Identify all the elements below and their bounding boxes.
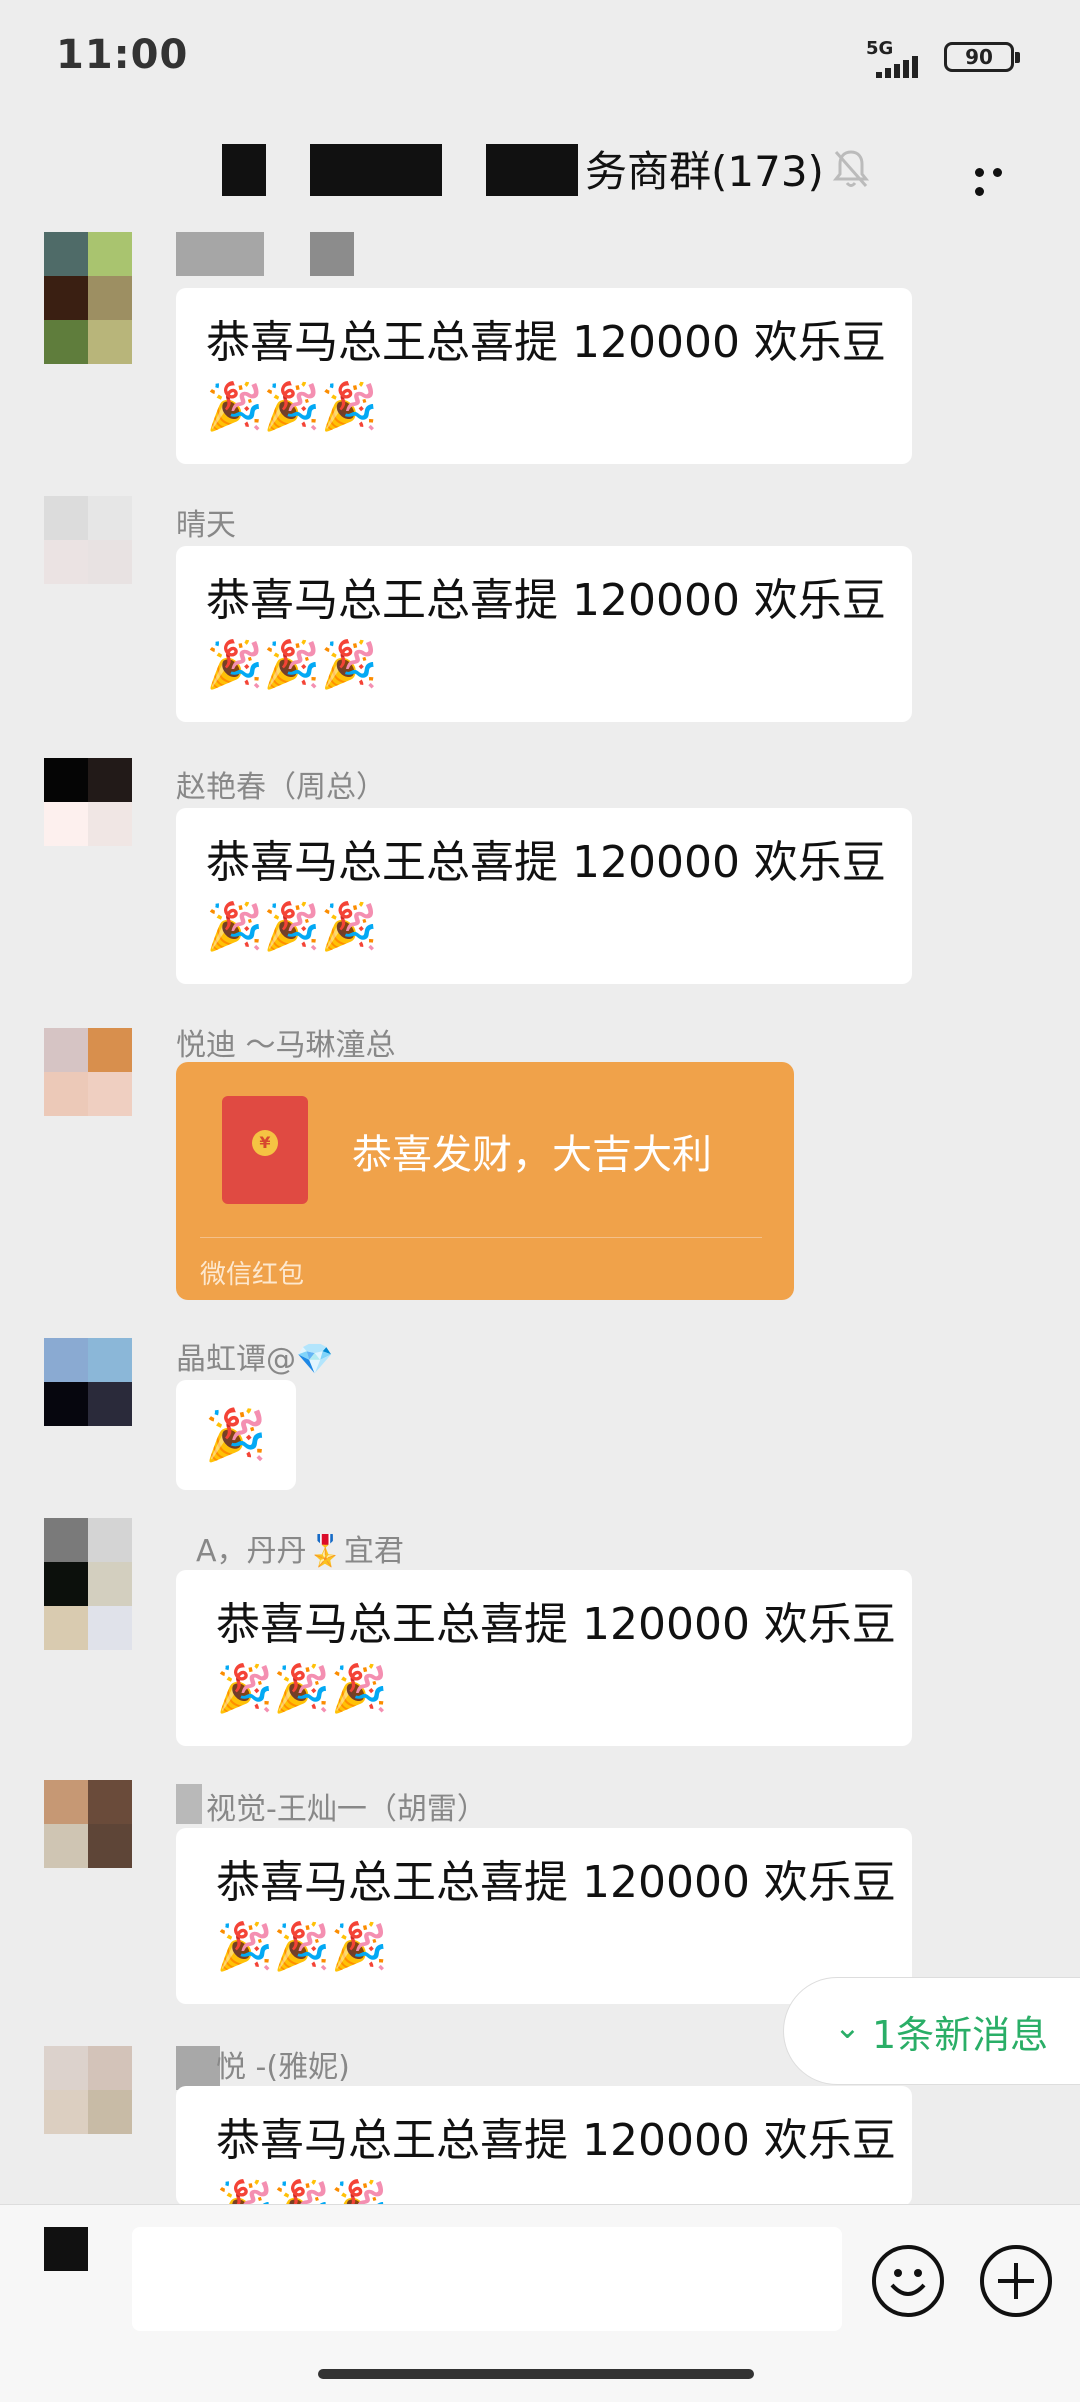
avatar[interactable] [44, 758, 132, 846]
avatar[interactable] [44, 232, 132, 364]
coin-icon: ¥ [252, 1130, 278, 1156]
message-bubble[interactable]: 恭喜马总王总喜提 120000 欢乐豆 🎉🎉🎉 [176, 288, 912, 464]
sender-name: 晶虹谭@💎 [176, 1342, 334, 1377]
chat-title[interactable]: 务商群(173) [585, 138, 824, 199]
redacted-block [222, 144, 266, 196]
party-popper-icon: 🎉🎉🎉 [206, 379, 378, 433]
message-text: 恭喜马总王总喜提 120000 欢乐豆 [206, 317, 886, 368]
smiley-icon [890, 2269, 926, 2296]
sender-name: 悦迪 ～马琳潼总 [176, 1028, 396, 1063]
home-indicator[interactable] [318, 2369, 754, 2379]
message-text: 恭喜马总王总喜提 120000 欢乐豆 [216, 1599, 896, 1650]
avatar[interactable] [44, 496, 132, 584]
message-input[interactable] [132, 2227, 842, 2331]
plus-button[interactable] [980, 2245, 1052, 2317]
message-text: 恭喜马总王总喜提 120000 欢乐豆 [206, 575, 886, 626]
sender-name: 晴天 [176, 508, 236, 543]
party-popper-icon: 🎉🎉🎉 [216, 2177, 388, 2206]
divider [200, 1237, 762, 1238]
message-bubble[interactable]: 🎉 [176, 1380, 296, 1490]
signal-icon: 5G [866, 38, 930, 78]
redacted-block [176, 2046, 220, 2090]
new-message-label: 1条新消息 [872, 2013, 1049, 2057]
red-packet-label: 微信红包 [200, 1260, 305, 1290]
avatar[interactable] [44, 1028, 132, 1116]
red-packet-greeting: 恭喜发财，大吉大利 [352, 1132, 712, 1178]
sender-name: 悦 -(雅妮) [216, 2050, 350, 2085]
chevron-down-icon: ⌄ [834, 2008, 861, 2046]
sender-name: A，丹丹🎖️宜君 [196, 1534, 404, 1569]
message-text: 恭喜马总王总喜提 120000 欢乐豆 [216, 2115, 896, 2166]
message-bubble[interactable]: 恭喜马总王总喜提 120000 欢乐豆 🎉🎉🎉 [176, 1570, 912, 1746]
new-message-button[interactable]: ⌄ 1条新消息 [784, 1978, 1080, 2084]
message-bubble[interactable]: 恭喜马总王总喜提 120000 欢乐豆 🎉🎉🎉 [176, 546, 912, 722]
battery-level: 90 [965, 45, 993, 69]
message-text: 恭喜马总王总喜提 120000 欢乐豆 [206, 837, 886, 888]
status-time: 11:00 [56, 32, 189, 78]
plus-icon [998, 2263, 1034, 2299]
bell-off-icon[interactable] [830, 146, 872, 192]
avatar[interactable] [44, 2046, 132, 2134]
party-popper-icon: 🎉 [204, 1406, 268, 1464]
battery-icon: 90 [944, 42, 1020, 72]
party-popper-icon: 🎉🎉🎉 [206, 637, 378, 691]
redacted-block [486, 144, 578, 196]
input-bar [0, 2204, 1080, 2402]
voice-icon[interactable] [44, 2227, 88, 2271]
message-bubble[interactable]: 恭喜马总王总喜提 120000 欢乐豆 🎉🎉🎉 [176, 1828, 912, 2004]
message-bubble[interactable]: 恭喜马总王总喜提 120000 欢乐豆 🎉🎉🎉 [176, 2086, 912, 2206]
party-popper-icon: 🎉🎉🎉 [216, 1661, 388, 1715]
sender-name: 视觉-王灿一（胡雷） [206, 1792, 487, 1827]
red-packet-card[interactable]: ¥ 恭喜发财，大吉大利 微信红包 [176, 1062, 794, 1300]
status-bar: 11:00 5G 90 [0, 0, 1080, 110]
chat-header: 务商群(173) [0, 110, 1080, 230]
sender-name: 赵艳春（周总） [176, 770, 386, 805]
redacted-block [310, 232, 354, 276]
message-text: 恭喜马总王总喜提 120000 欢乐豆 [216, 1857, 896, 1908]
redacted-block [176, 232, 264, 276]
redacted-block [176, 1784, 202, 1824]
avatar[interactable] [44, 1338, 132, 1426]
emoji-button[interactable] [872, 2245, 944, 2317]
party-popper-icon: 🎉🎉🎉 [216, 1919, 388, 1973]
more-dots-icon[interactable] [975, 162, 1027, 196]
avatar[interactable] [44, 1518, 132, 1650]
avatar[interactable] [44, 1780, 132, 1868]
party-popper-icon: 🎉🎉🎉 [206, 899, 378, 953]
redacted-block [310, 144, 442, 196]
red-envelope-icon: ¥ [222, 1096, 308, 1204]
message-bubble[interactable]: 恭喜马总王总喜提 120000 欢乐豆 🎉🎉🎉 [176, 808, 912, 984]
